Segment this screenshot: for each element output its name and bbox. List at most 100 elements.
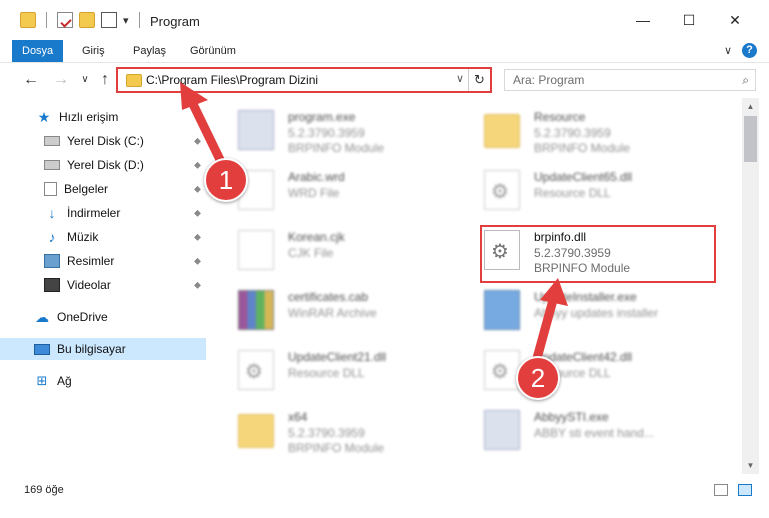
pin-icon[interactable]: ⬥: [194, 208, 201, 219]
computer-icon: [34, 343, 50, 355]
ribbon-help-area: ∨ ?: [724, 43, 757, 58]
pin-icon[interactable]: ⬥: [194, 280, 201, 291]
exe-icon: [484, 410, 520, 450]
tab-share[interactable]: Paylaş: [123, 40, 176, 62]
search-input[interactable]: Ara: Program ⌕: [504, 69, 756, 91]
disk-icon: [44, 136, 60, 146]
file-item[interactable]: Arabic.wrd WRD File: [230, 162, 470, 218]
address-path[interactable]: C:\Program Files\Program Dizini: [146, 73, 318, 87]
file-item[interactable]: certificates.cab WinRAR Archive: [230, 282, 470, 338]
sidebar-item-label: İndirmeler: [67, 206, 121, 220]
file-type: WinRAR Archive: [288, 306, 377, 320]
quick-access-toolbar: ▾: [20, 12, 144, 28]
brpinfo-highlight-box: [480, 225, 716, 283]
file-name: Resource: [534, 110, 586, 124]
tab-file[interactable]: Dosya: [12, 40, 64, 62]
file-version: 5.2.3790.3959: [288, 426, 365, 440]
dll-icon: [484, 350, 520, 390]
file-name: AbbyySTI.exe: [534, 410, 609, 424]
window-title: Program: [150, 14, 200, 29]
sidebar-item-label: Videolar: [67, 278, 111, 292]
pin-icon[interactable]: ⬥: [194, 160, 201, 171]
file-item[interactable]: UpdateInstaller.exe Abbyy updates instal…: [476, 282, 716, 338]
folder-icon: [484, 114, 520, 148]
expand-ribbon-icon[interactable]: ∨: [724, 44, 732, 57]
file-item[interactable]: Resource 5.2.3790.3959 BRPINFO Module: [476, 102, 716, 158]
navigation-bar: ← → ∨ ↑ C:\Program Files\Program Dizini …: [0, 62, 769, 96]
minimize-button[interactable]: —: [620, 0, 666, 40]
file-type: WRD File: [288, 186, 340, 200]
network-icon: ⊞: [36, 373, 48, 388]
sidebar-item-label: Yerel Disk (D:): [67, 158, 144, 172]
sidebar-item-pictures[interactable]: Resimler ⬥: [0, 250, 206, 272]
sidebar-item-documents[interactable]: Belgeler ⬥: [0, 178, 206, 200]
file-name: UpdateClient21.dll: [288, 350, 387, 364]
pin-icon[interactable]: ⬥: [194, 232, 201, 243]
step-badge-1: 1: [204, 158, 248, 202]
customize-icon[interactable]: [101, 12, 117, 28]
file-version: 5.2.3790.3959: [288, 126, 365, 140]
file-item[interactable]: x64 5.2.3790.3959 BRPINFO Module: [230, 402, 470, 458]
up-button[interactable]: ↑: [96, 71, 114, 89]
sidebar-item-network[interactable]: ⊞ Ağ: [0, 370, 206, 392]
sidebar-item-downloads[interactable]: ↓ İndirmeler ⬥: [0, 202, 206, 224]
address-bar[interactable]: C:\Program Files\Program Dizini ∨ ↻: [116, 67, 492, 93]
folder-icon: [126, 74, 142, 87]
file-name: UpdateInstaller.exe: [534, 290, 637, 304]
details-view-icon[interactable]: [714, 484, 728, 496]
file-item[interactable]: AbbyySTI.exe ABBY sti event hand...: [476, 402, 716, 458]
back-button[interactable]: ←: [22, 71, 40, 89]
tab-view[interactable]: Görünüm: [180, 40, 246, 62]
file-name: UpdateClient65.dll: [534, 170, 633, 184]
sidebar-item-disk-d[interactable]: Yerel Disk (D:) ⬥: [0, 154, 206, 176]
documents-icon: [44, 182, 57, 196]
sidebar-item-disk-c[interactable]: Yerel Disk (C:) ⬥: [0, 130, 206, 152]
sidebar-item-this-pc[interactable]: Bu bilgisayar: [0, 338, 206, 360]
folder-icon: [238, 414, 274, 448]
customize-dropdown-icon[interactable]: ▾: [123, 14, 129, 27]
address-dropdown-icon[interactable]: ∨: [456, 72, 464, 85]
title-bar: ▾ Program — ☐ ✕: [0, 0, 769, 40]
tab-home[interactable]: Giriş: [72, 40, 115, 62]
file-item[interactable]: UpdateClient65.dll Resource DLL: [476, 162, 716, 218]
vertical-scrollbar[interactable]: ▲ ▼: [742, 98, 759, 474]
sidebar-item-quick-access[interactable]: ★ Hızlı erişim: [0, 106, 206, 128]
status-bar: 169 öğe: [0, 478, 769, 502]
scroll-up-icon[interactable]: ▲: [742, 98, 759, 115]
help-icon[interactable]: ?: [742, 43, 757, 58]
pictures-icon: [44, 254, 60, 268]
refresh-button[interactable]: ↻: [468, 69, 490, 91]
file-type: CJK File: [288, 246, 334, 260]
search-icon[interactable]: ⌕: [742, 73, 749, 88]
pin-icon[interactable]: ⬥: [194, 256, 201, 267]
cloud-icon: ☁: [35, 309, 49, 325]
pin-icon[interactable]: ⬥: [194, 184, 201, 195]
item-count: 169 öğe: [24, 484, 64, 496]
recent-locations-button[interactable]: ∨: [76, 74, 94, 85]
scroll-thumb[interactable]: [744, 116, 757, 162]
file-description: Abbyy updates installer: [534, 306, 659, 320]
forward-button[interactable]: →: [52, 71, 70, 89]
file-version: 5.2.3790.3959: [534, 126, 611, 140]
file-name: certificates.cab: [288, 290, 369, 304]
sidebar-item-label: Belgeler: [64, 182, 109, 196]
scroll-down-icon[interactable]: ▼: [742, 457, 759, 474]
toolbar-separator: [138, 12, 140, 28]
file-item[interactable]: Korean.cjk CJK File: [230, 222, 470, 278]
pin-icon[interactable]: ⬥: [194, 136, 201, 147]
large-icons-view-icon[interactable]: [738, 484, 752, 496]
sidebar-item-onedrive[interactable]: ☁ OneDrive: [0, 306, 206, 328]
file-type: Resource DLL: [288, 366, 365, 380]
sidebar-item-label: Hızlı erişim: [59, 110, 119, 124]
maximize-button[interactable]: ☐: [666, 0, 712, 40]
new-folder-icon[interactable]: [79, 12, 95, 28]
file-item[interactable]: program.exe 5.2.3790.3959 BRPINFO Module: [230, 102, 470, 158]
file-item[interactable]: UpdateClient42.dll Resource DLL: [476, 342, 716, 398]
sidebar-item-videos[interactable]: Videolar ⬥: [0, 274, 206, 296]
folder-icon: [20, 12, 36, 28]
ribbon-tabs: Dosya Giriş Paylaş Görünüm ∨ ?: [0, 40, 769, 62]
sidebar-item-music[interactable]: ♪ Müzik ⬥: [0, 226, 206, 248]
file-item[interactable]: UpdateClient21.dll Resource DLL: [230, 342, 470, 398]
properties-check-icon[interactable]: [57, 12, 73, 28]
close-button[interactable]: ✕: [712, 0, 758, 40]
